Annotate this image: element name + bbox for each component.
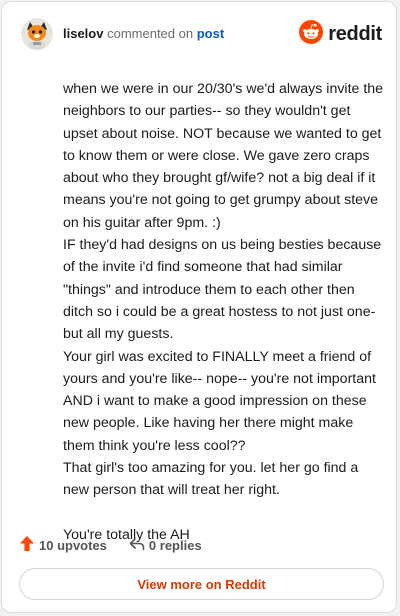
reddit-logo[interactable]: reddit [299,19,382,49]
comment-card: liselov commented on post reddit when we… [1,1,397,613]
comment-footer: 10 upvotes 0 replies [19,535,202,555]
comment-body: when we were in our 20/30's we'd always … [63,78,385,546]
upvote-label: 10 upvotes [39,537,107,553]
reddit-wordmark: reddit [328,22,382,45]
action-text: commented on [107,26,194,41]
byline: liselov commented on post [63,26,224,42]
comment-paragraph: That girl's too amazing for you. let her… [63,460,359,499]
comment-paragraph: Your girl was excited to FINALLY meet a … [63,348,376,454]
post-link[interactable]: post [197,26,224,41]
reply-count[interactable]: 0 replies [129,537,202,554]
upvote-count[interactable]: 10 upvotes [19,535,107,555]
username[interactable]: liselov [63,26,103,41]
view-more-button[interactable]: View more on Reddit [19,568,384,600]
avatar[interactable] [21,18,53,50]
reply-label: 0 replies [148,537,202,553]
comment-paragraph: when we were in our 20/30's we'd always … [63,81,384,231]
reddit-snoo-icon [299,19,324,49]
comment-header: liselov commented on post reddit [2,2,396,64]
reply-arrow-icon [129,537,145,554]
comment-paragraph: IF they'd had designs on us being bestie… [63,237,382,343]
upvote-arrow-icon [19,535,35,555]
